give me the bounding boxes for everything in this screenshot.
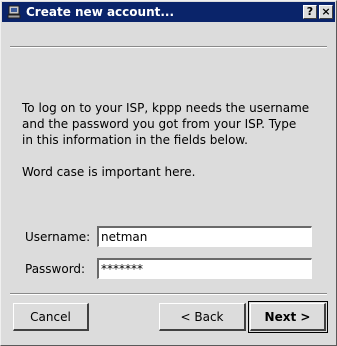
top-separator	[10, 46, 327, 48]
window-title: Create new account...	[26, 5, 175, 19]
title-bar[interactable]: Create new account... ? ×	[2, 2, 335, 22]
username-field[interactable]	[97, 226, 312, 247]
case-note: Word case is important here.	[22, 165, 196, 179]
help-button[interactable]: ?	[303, 5, 317, 19]
app-icon	[6, 4, 22, 20]
next-button[interactable]: Next >	[250, 303, 326, 331]
intro-line: in this information in the fields below.	[22, 133, 248, 147]
intro-line: To log on to your ISP, kppp needs the us…	[22, 101, 310, 115]
username-label: Username:	[25, 230, 91, 244]
close-button[interactable]: ×	[319, 5, 333, 19]
bottom-separator	[10, 293, 327, 295]
create-account-dialog: Create new account... ? × To log on to y…	[0, 0, 337, 346]
intro-line: and the password you got from your ISP. …	[22, 117, 297, 131]
password-label: Password:	[25, 262, 86, 276]
cancel-button[interactable]: Cancel	[13, 303, 89, 331]
intro-text: To log on to your ISP, kppp needs the us…	[22, 100, 322, 180]
default-button-frame: Next >	[248, 301, 328, 333]
password-field[interactable]	[97, 258, 312, 279]
back-button[interactable]: < Back	[159, 303, 246, 331]
